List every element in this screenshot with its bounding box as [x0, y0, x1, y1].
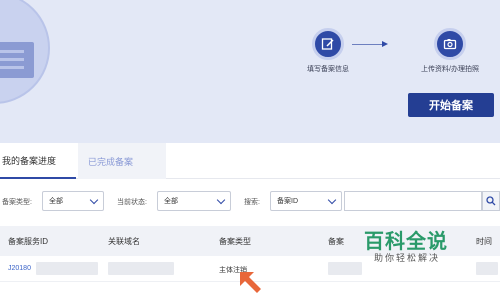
- hero-banner: 填写备案信息 上传资料/办理拍照 开始备案: [0, 0, 500, 143]
- camera-icon: [434, 28, 466, 60]
- header-time: 时间: [476, 237, 492, 246]
- tab-bar: 我的备案进度 已完成备案: [0, 143, 500, 179]
- type-filter-value: 全部: [49, 198, 63, 205]
- type-filter-label: 备案类型:: [2, 199, 32, 206]
- status-filter-select[interactable]: 全部: [157, 191, 231, 211]
- status-filter-label: 当前状态:: [117, 199, 147, 206]
- step-label: 填写备案信息: [307, 66, 349, 73]
- service-id-link[interactable]: J20180: [8, 265, 31, 272]
- tab-completed[interactable]: 已完成备案: [78, 143, 166, 179]
- watermark-title: 百科全说: [364, 231, 448, 253]
- document-illustration-icon: [0, 42, 34, 78]
- step-arrow-icon: [352, 41, 388, 47]
- type-filter-select[interactable]: 全部: [42, 191, 104, 211]
- step-label: 上传资料/办理拍照: [421, 66, 479, 73]
- watermark: 百科全说 助你轻松解决: [360, 225, 470, 269]
- status-filter-value: 全部: [164, 198, 178, 205]
- search-field-select[interactable]: 备案ID: [270, 191, 342, 211]
- chevron-down-icon: [216, 195, 226, 205]
- search-label: 搜索:: [244, 199, 260, 206]
- pointer-arrow-icon: [240, 272, 261, 293]
- header-service-id: 备案服务ID: [8, 237, 48, 246]
- search-input[interactable]: [344, 191, 482, 211]
- watermark-subtitle: 助你轻松解决: [374, 253, 441, 263]
- redacted-block: [36, 262, 98, 275]
- chevron-down-icon: [89, 195, 99, 205]
- start-filing-button[interactable]: 开始备案: [408, 93, 494, 117]
- step-fill-info: 填写备案信息: [288, 28, 368, 74]
- search-field-value: 备案ID: [277, 198, 298, 205]
- header-domain: 关联域名: [108, 237, 140, 246]
- tab-my-progress[interactable]: 我的备案进度: [0, 143, 76, 179]
- chevron-down-icon: [327, 195, 337, 205]
- filter-bar: 备案类型: 全部 当前状态: 全部 搜索: 备案ID: [0, 191, 500, 213]
- redacted-domain: [108, 262, 174, 275]
- edit-icon: [312, 28, 344, 60]
- redacted-status: [328, 262, 362, 275]
- search-icon: [486, 196, 496, 206]
- step-upload: 上传资料/办理拍照: [410, 28, 490, 74]
- search-button[interactable]: [482, 191, 500, 211]
- redacted-time: [476, 262, 498, 275]
- header-filing-status: 备案: [328, 237, 344, 246]
- header-filing-type: 备案类型: [219, 237, 251, 246]
